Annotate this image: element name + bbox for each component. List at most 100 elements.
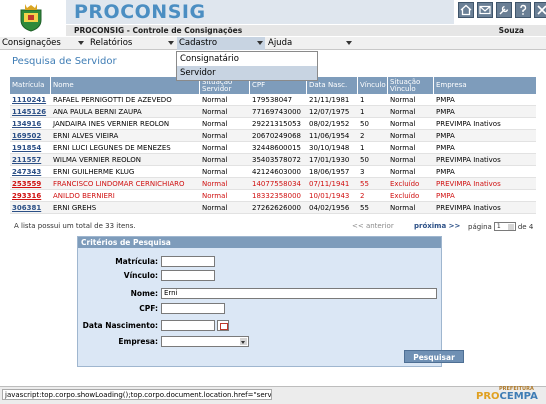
menu-label: Cadastro [179, 38, 218, 48]
table-row[interactable]: 293316 ANILDO BERNIERI Normal 18332358000 10… [10, 190, 536, 202]
cell-nome: FRANCISCO LINDOMAR CERNICHIARO [53, 180, 185, 188]
matricula-link[interactable]: 191854 [10, 142, 51, 153]
matricula-input[interactable] [161, 256, 215, 267]
col-vinculo[interactable]: Vínculo [358, 77, 388, 94]
cell-empresa: PMPA [436, 96, 455, 104]
nome-label: Nome: [130, 289, 158, 298]
cell-vinculo: 1 [360, 108, 365, 116]
cell-cpf: 42124603000 [252, 168, 301, 176]
table-row[interactable]: 1145126 ANA PAULA BERNI ZAUPA Normal 771697… [10, 106, 536, 118]
calendar-icon[interactable] [217, 320, 229, 331]
menu-cadastro[interactable]: Cadastro [177, 37, 265, 50]
table-row[interactable]: 134916 JANDAIRA INES VERNIER REOLON Normal… [10, 118, 536, 130]
pager-next-link[interactable]: próxima >> [414, 222, 460, 230]
cell-situacao-vinculo: Normal [390, 132, 416, 140]
app-subtitle: PROCONSIG - Controle de Consignações [74, 26, 243, 35]
search-panel: Critérios de Pesquisa Matrícula: Vínculo… [77, 236, 464, 367]
cell-nome: JANDAIRA INES VERNIER REOLON [53, 120, 170, 128]
chevron-down-icon [168, 41, 174, 45]
home-icon[interactable] [458, 2, 474, 18]
cell-situacao-vinculo: Normal [390, 96, 416, 104]
user-name: Souza [498, 26, 524, 35]
cpf-input[interactable] [161, 303, 225, 314]
cell-cpf: 35403578072 [252, 156, 301, 164]
cpf-label: CPF: [139, 304, 158, 313]
menu-consignacoes[interactable]: Consignações [0, 37, 86, 50]
cell-cpf: 32448600015 [252, 144, 301, 152]
matricula-link[interactable]: 169502 [10, 130, 51, 141]
app-title: PROCONSIG [74, 1, 206, 23]
cell-nascimento: 30/10/1948 [309, 144, 350, 152]
close-icon[interactable] [534, 2, 546, 18]
table-row[interactable]: 253559 FRANCISCO LINDOMAR CERNICHIARO Norm… [10, 178, 536, 190]
cell-situacao: Normal [202, 180, 228, 188]
mail-icon[interactable] [477, 2, 493, 18]
col-empresa[interactable]: Empresa [434, 77, 536, 94]
matricula-link[interactable]: 211557 [10, 154, 51, 165]
cell-vinculo: 50 [360, 120, 369, 128]
empresa-select[interactable] [161, 336, 249, 347]
tools-icon[interactable] [496, 2, 512, 18]
table-row[interactable]: 169502 ERNI ALVES VIEIRA Normal 20670249068… [10, 130, 536, 142]
cell-nome: ERNI LUCI LEGUNES DE MENEZES [53, 144, 171, 152]
pager-previous: << anterior [352, 222, 394, 230]
cell-empresa: PMPA [436, 108, 455, 116]
help-icon[interactable] [515, 2, 531, 18]
matricula-link[interactable]: 1145126 [10, 106, 51, 117]
menu-ajuda[interactable]: Ajuda [266, 37, 354, 50]
nascimento-input[interactable] [161, 320, 215, 331]
table-row[interactable]: 1110241 RAFAEL PERNIGOTTI DE AZEVEDO Norma… [10, 94, 536, 106]
vinculo-input[interactable] [161, 270, 215, 281]
cell-vinculo: 50 [360, 156, 369, 164]
matricula-label: Matrícula: [115, 257, 158, 266]
results-table: Matrícula Nome Situação Servidor CPF Dat… [10, 77, 536, 214]
cell-nascimento: 12/07/1975 [309, 108, 350, 116]
dropdown-item-servidor[interactable]: Servidor [177, 66, 317, 80]
cell-nome: ANA PAULA BERNI ZAUPA [53, 108, 142, 116]
table-row[interactable]: 247343 ERNI GUILHERME KLUG Normal 421246030… [10, 166, 536, 178]
table-body: 1110241 RAFAEL PERNIGOTTI DE AZEVEDO Norma… [10, 94, 536, 214]
cell-empresa: PMPA [436, 168, 455, 176]
menu-label: Consignações [2, 38, 61, 48]
matricula-link[interactable]: 247343 [10, 166, 51, 177]
menu-relatorios[interactable]: Relatórios [88, 37, 176, 50]
vinculo-label: Vínculo: [123, 271, 158, 280]
chevron-down-icon [240, 338, 247, 345]
cell-situacao-vinculo: Normal [390, 204, 416, 212]
cell-situacao: Normal [202, 144, 228, 152]
cell-situacao: Normal [202, 168, 228, 176]
table-row[interactable]: 191854 ERNI LUCI LEGUNES DE MENEZES Normal… [10, 142, 536, 154]
cell-nascimento: 17/01/1930 [309, 156, 350, 164]
cell-empresa: PREVIMPA Inativos [436, 156, 501, 164]
cell-vinculo: 2 [360, 192, 365, 200]
matricula-link[interactable]: 1110241 [10, 94, 51, 105]
cell-situacao-vinculo: Excluído [390, 192, 420, 200]
search-button[interactable]: Pesquisar [404, 350, 464, 363]
cell-situacao-vinculo: Normal [390, 144, 416, 152]
matricula-link[interactable]: 306381 [10, 202, 51, 213]
cell-empresa: PREVIMPA Inativos [436, 204, 501, 212]
col-situacao-vinculo[interactable]: Situação Vínculo [388, 77, 434, 94]
dropdown-item-consignatario[interactable]: Consignatário [177, 52, 317, 66]
chevron-down-icon [257, 41, 263, 45]
table-row[interactable]: 306381 ERNI GREHS Normal 27262626000 04/02/1… [10, 202, 536, 214]
matricula-link[interactable]: 293316 [10, 190, 51, 201]
cell-vinculo: 1 [360, 96, 365, 104]
cell-nome: ERNI ALVES VIEIRA [53, 132, 119, 140]
cell-nascimento: 21/11/1981 [309, 96, 350, 104]
table-row[interactable]: 211557 WILMA VERNIER REOLON Normal 35403578… [10, 154, 536, 166]
matricula-link[interactable]: 253559 [10, 178, 51, 189]
cadastro-dropdown: Consignatário Servidor [176, 51, 318, 81]
coat-of-arms-logo [20, 4, 42, 32]
procempa-logo: PROCEMPA [476, 391, 538, 402]
matricula-link[interactable]: 134916 [10, 118, 51, 129]
page-label: página [468, 222, 492, 231]
page-select[interactable]: 1 [493, 222, 516, 231]
cell-nome: ERNI GUILHERME KLUG [53, 168, 135, 176]
cell-nascimento: 08/02/1952 [309, 120, 350, 128]
cell-situacao: Normal [202, 156, 228, 164]
cell-cpf: 20670249068 [252, 132, 301, 140]
cell-nome: WILMA VERNIER REOLON [53, 156, 142, 164]
nome-input[interactable]: Erni [161, 288, 437, 299]
col-matricula[interactable]: Matrícula [10, 77, 51, 94]
